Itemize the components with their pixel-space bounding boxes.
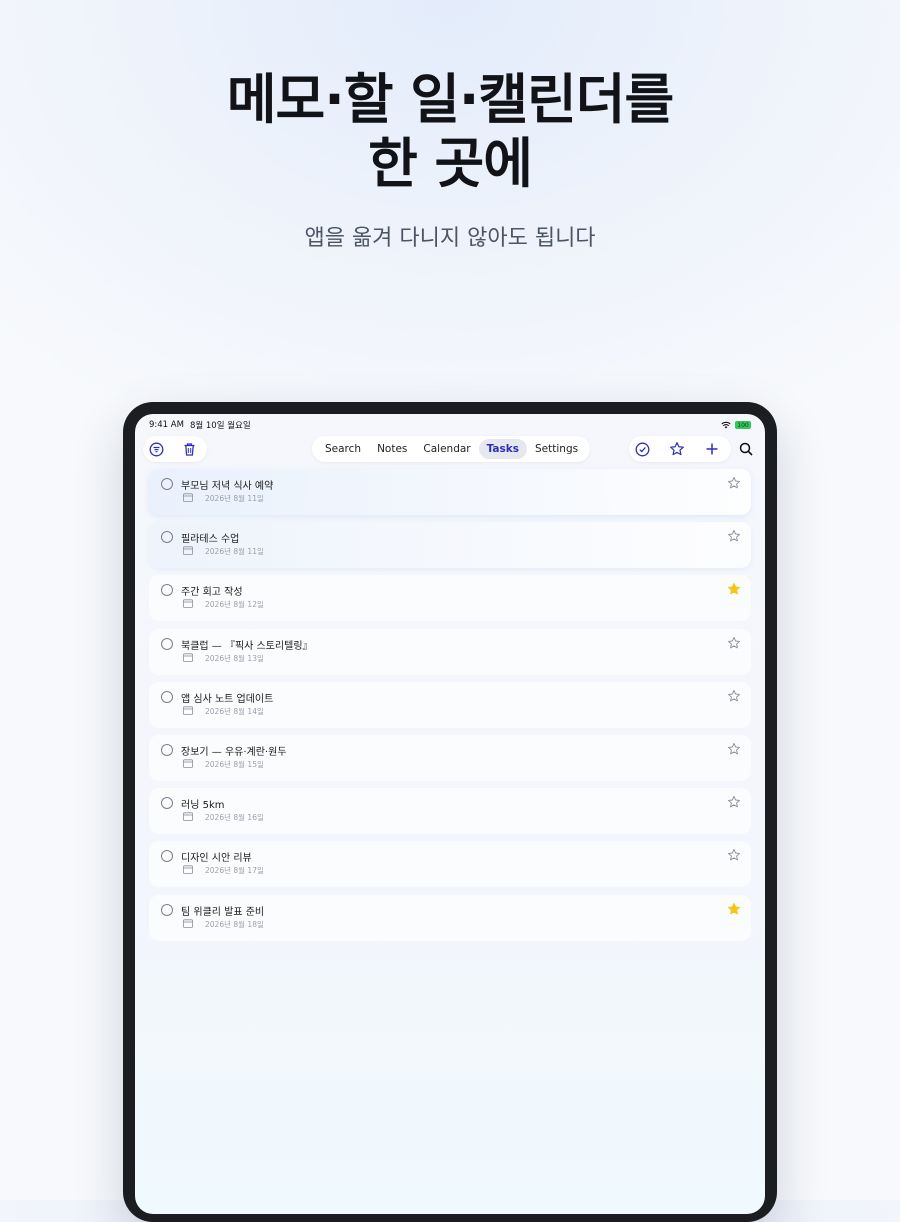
calendar-icon xyxy=(183,493,193,502)
calendar-icon xyxy=(183,865,193,875)
task-due-date: 2026년 8월 14일 xyxy=(205,706,264,716)
task-title: 주간 회고 작성 xyxy=(181,587,243,599)
task-row[interactable]: 팀 위클리 발표 준비 2026년 8월 18일 xyxy=(149,894,751,941)
star-icon[interactable] xyxy=(727,848,741,862)
task-checkbox[interactable] xyxy=(161,531,173,544)
star-filled-icon[interactable] xyxy=(727,582,741,596)
star-filled-icon[interactable] xyxy=(727,902,741,916)
task-row[interactable]: 필라테스 수업 2026년 8월 11일 xyxy=(149,522,751,569)
task-checkbox[interactable] xyxy=(161,797,173,810)
tab-bar: Search Notes Calendar Tasks Settings xyxy=(312,436,590,462)
app-screen: 9:41 AM 8월 10일 월요일 100 Search Notes Cale… xyxy=(135,414,765,1214)
task-title: 러닝 5km xyxy=(181,800,225,812)
status-time: 9:41 AM xyxy=(149,420,184,430)
task-due-date: 2026년 8월 12일 xyxy=(205,600,264,610)
task-title: 팀 위클리 발표 준비 xyxy=(181,906,265,918)
star-icon[interactable] xyxy=(727,742,741,756)
checkmark-circle-icon xyxy=(635,442,649,456)
task-checkbox[interactable] xyxy=(161,903,173,916)
task-checkbox[interactable] xyxy=(161,743,173,756)
calendar-icon xyxy=(183,706,193,715)
status-date: 8월 10일 월요일 xyxy=(189,421,251,431)
calendar-icon xyxy=(183,599,193,609)
task-row[interactable]: 앱 심사 노트 업데이트 2026년 8월 14일 xyxy=(149,681,751,728)
star-icon xyxy=(670,442,684,456)
task-checkbox[interactable] xyxy=(161,478,173,490)
star-icon[interactable] xyxy=(727,529,741,543)
trash-icon xyxy=(184,442,194,456)
task-checkbox[interactable] xyxy=(161,584,173,597)
battery-icon: 100 xyxy=(735,421,751,429)
task-checkbox[interactable] xyxy=(161,850,173,863)
calendar-icon xyxy=(183,652,193,662)
task-due-date: 2026년 8월 18일 xyxy=(205,919,264,929)
battery-level: 100 xyxy=(737,421,749,429)
task-row[interactable]: 러닝 5km 2026년 8월 16일 xyxy=(149,788,751,835)
task-row[interactable]: 주간 회고 작성 2026년 8월 12일 xyxy=(149,575,751,622)
task-title: 부모님 저녁 식사 예약 xyxy=(181,481,274,492)
task-row[interactable]: 디자인 시안 리뷰 2026년 8월 17일 xyxy=(149,841,751,888)
calendar-icon xyxy=(183,918,193,928)
headline: 메모·할 일·캘린더를 한 곳에 xyxy=(0,68,900,196)
star-icon[interactable] xyxy=(727,795,741,809)
plus-icon xyxy=(706,443,718,455)
task-list: 부모님 저녁 식사 예약 2026년 8월 11일 필라테스 수업 2026년 … xyxy=(149,469,751,948)
task-due-date: 2026년 8월 15일 xyxy=(205,759,264,769)
delete-button[interactable] xyxy=(176,436,202,462)
add-task-button[interactable] xyxy=(699,436,725,462)
task-title: 앱 심사 노트 업데이트 xyxy=(181,693,274,705)
task-row[interactable]: 장보기 — 우유·계란·원두 2026년 8월 15일 xyxy=(149,734,751,781)
task-due-date: 2026년 8월 17일 xyxy=(205,866,264,876)
task-checkbox[interactable] xyxy=(161,690,173,703)
search-button[interactable] xyxy=(733,436,759,462)
task-due-date: 2026년 8월 13일 xyxy=(205,653,264,663)
favorite-button[interactable] xyxy=(664,436,690,462)
star-icon[interactable] xyxy=(727,636,741,650)
star-icon[interactable] xyxy=(727,689,741,703)
task-due-date: 2026년 8월 11일 xyxy=(205,547,264,557)
task-row[interactable]: 부모님 저녁 식사 예약 2026년 8월 11일 xyxy=(149,469,751,515)
wifi-icon xyxy=(721,421,731,429)
task-title: 필라테스 수업 xyxy=(181,534,240,546)
calendar-icon xyxy=(183,759,193,768)
ipad-frame: 9:41 AM 8월 10일 월요일 100 Search Notes Cale… xyxy=(123,402,777,1222)
status-bar: 9:41 AM 8월 10일 월요일 100 xyxy=(149,418,751,432)
headline-line-1: 메모·할 일·캘린더를 xyxy=(226,68,674,131)
calendar-icon xyxy=(183,546,193,556)
task-title: 디자인 시안 리뷰 xyxy=(181,853,252,865)
filter-icon xyxy=(149,442,163,456)
tab-calendar[interactable]: Calendar xyxy=(415,439,478,459)
tab-notes[interactable]: Notes xyxy=(369,439,415,459)
headline-line-2: 한 곳에 xyxy=(368,132,533,195)
task-checkbox[interactable] xyxy=(161,637,173,650)
tab-tasks[interactable]: Tasks xyxy=(478,439,528,459)
toolbar: Search Notes Calendar Tasks Settings xyxy=(135,436,765,462)
complete-button[interactable] xyxy=(629,436,655,462)
filter-button[interactable] xyxy=(143,436,169,462)
tab-search[interactable]: Search xyxy=(317,439,369,459)
calendar-icon xyxy=(183,812,193,822)
tab-settings[interactable]: Settings xyxy=(527,439,586,459)
task-due-date: 2026년 8월 11일 xyxy=(205,494,264,503)
search-icon xyxy=(739,442,753,456)
task-row[interactable]: 북클럽 — 『픽사 스토리텔링』 2026년 8월 13일 xyxy=(149,628,751,675)
task-title: 북클럽 — 『픽사 스토리텔링』 xyxy=(181,640,313,652)
subheadline: 앱을 옮겨 다니지 않아도 됩니다 xyxy=(304,226,596,251)
star-icon[interactable] xyxy=(727,476,741,490)
task-title: 장보기 — 우유·계란·원두 xyxy=(181,746,287,758)
task-due-date: 2026년 8월 16일 xyxy=(205,813,264,823)
